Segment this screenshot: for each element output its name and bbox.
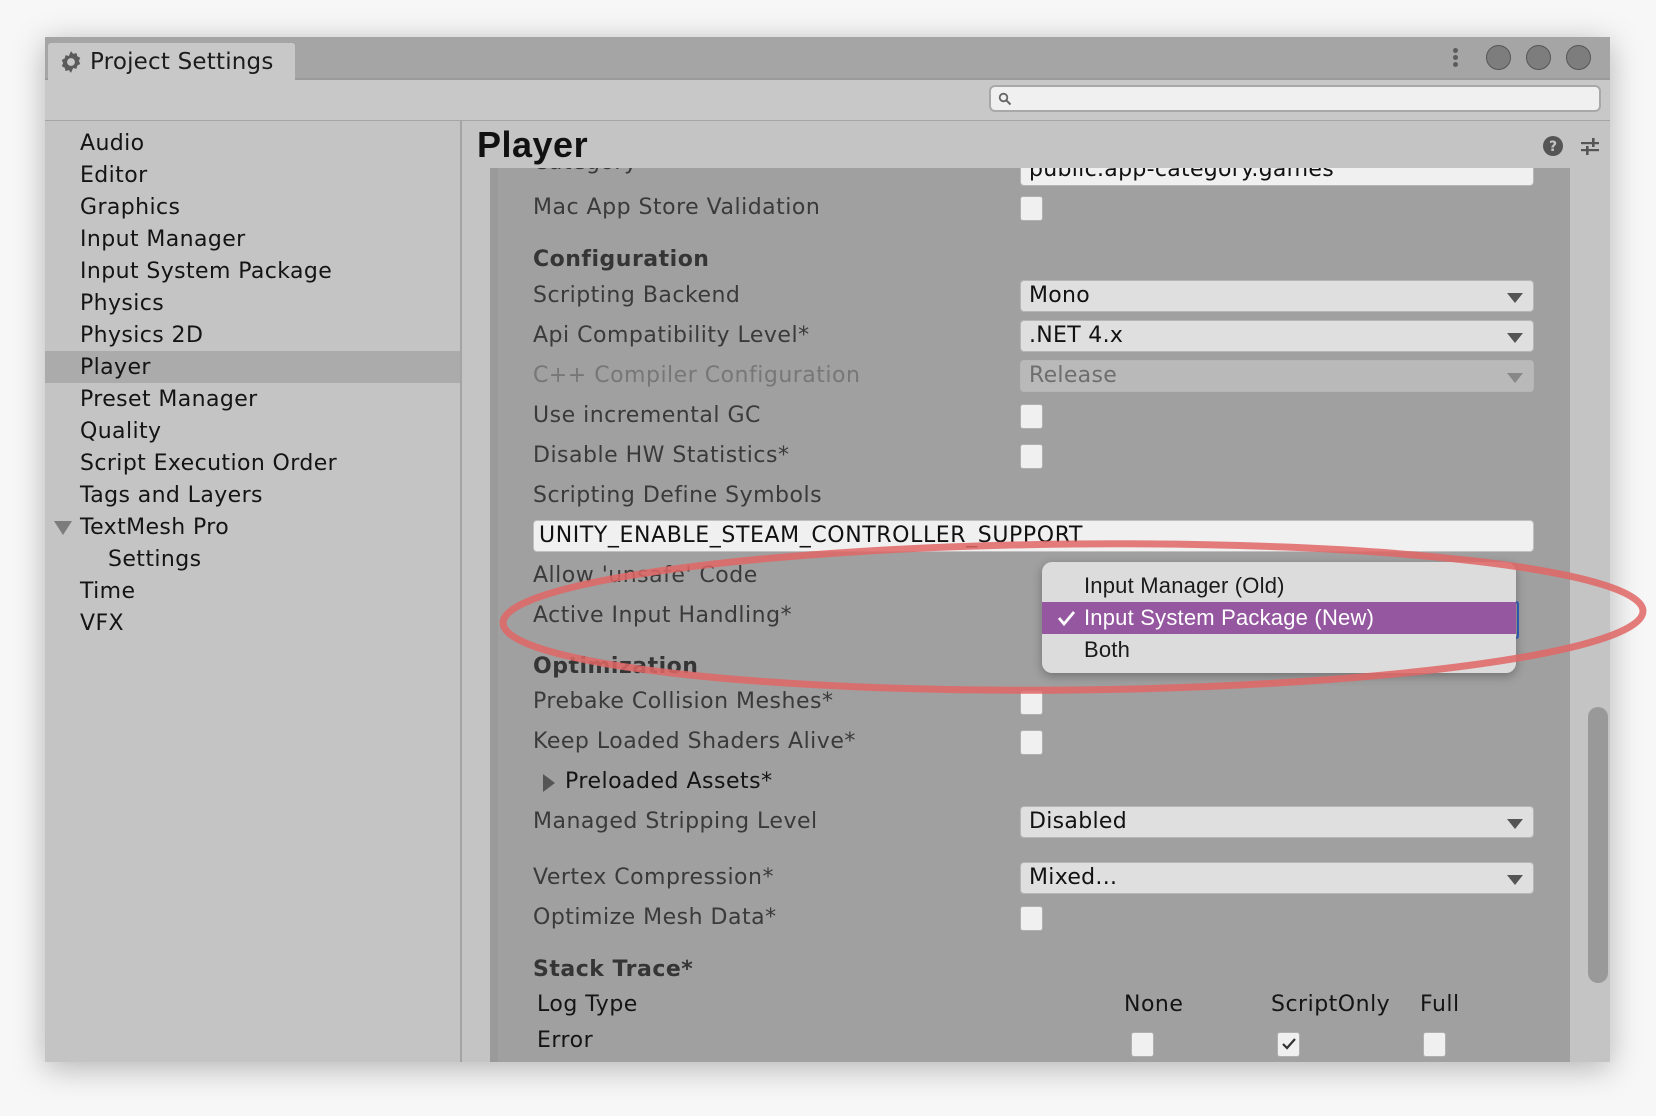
cpp-compiler-dropdown: Release [1020,360,1534,392]
sidebar-item-textmesh-settings[interactable]: Settings [45,543,460,575]
window-button-1[interactable] [1486,45,1511,70]
vertex-compression-value: Mixed... [1029,865,1118,890]
sidebar-item-tags-and-layers[interactable]: Tags and Layers [45,479,460,511]
configuration-header: Configuration [533,247,710,272]
settings-sidebar: Audio Editor Graphics Input Manager Inpu… [45,121,462,1062]
sidebar-item-textmesh-pro[interactable]: TextMesh Pro [45,511,460,543]
scripting-backend-dropdown[interactable]: Mono [1020,280,1534,312]
sidebar-item-audio[interactable]: Audio [45,127,460,159]
optimize-mesh-label: Optimize Mesh Data* [533,905,777,930]
sidebar-item-input-manager[interactable]: Input Manager [45,223,460,255]
api-compat-value: .NET 4.x [1029,323,1124,348]
scripting-backend-value: Mono [1029,283,1091,308]
define-symbols-input[interactable]: UNITY_ENABLE_STEAM_CONTROLLER_SUPPORT [533,520,1534,552]
scripting-backend-label: Scripting Backend [533,283,741,308]
menu-option-both[interactable]: Both [1042,634,1516,666]
sidebar-item-vfx[interactable]: VFX [45,607,460,639]
menu-option-input-manager-old[interactable]: Input Manager (Old) [1042,570,1516,602]
settings-gear-icon [61,50,81,73]
error-scriptonly-checkbox[interactable] [1277,1032,1300,1057]
vertex-compression-dropdown[interactable]: Mixed... [1020,862,1534,894]
category-field[interactable]: public.app-category.games [1020,168,1534,186]
dropdown-arrow-icon [1507,819,1523,829]
search-input[interactable] [989,85,1601,112]
active-input-handling-menu: Input Manager (Old) Input System Package… [1042,562,1516,673]
optimize-mesh-checkbox[interactable] [1020,906,1043,931]
preset-sliders-icon[interactable] [1579,135,1601,157]
menu-option-input-system-package-new[interactable]: Input System Package (New) [1042,602,1516,634]
cpp-compiler-value: Release [1029,363,1118,388]
sidebar-item-graphics[interactable]: Graphics [45,191,460,223]
prebake-checkbox[interactable] [1020,690,1043,715]
api-compat-label: Api Compatibility Level* [533,323,810,348]
error-row-label: Error [537,1028,594,1053]
full-column-header: Full [1420,992,1460,1017]
define-symbols-label: Scripting Define Symbols [533,483,823,508]
option-label: Input Manager (Old) [1084,573,1285,598]
stripping-label: Managed Stripping Level [533,809,818,834]
category-label: Category [533,168,638,175]
incremental-gc-label: Use incremental GC [533,403,761,428]
scrollbar-thumb[interactable] [1588,707,1608,983]
tab-project-settings[interactable]: Project Settings [48,43,295,80]
sidebar-item-editor[interactable]: Editor [45,159,460,191]
search-icon [998,92,1012,106]
preloaded-assets-label[interactable]: Preloaded Assets* [565,769,773,794]
option-label: Input System Package (New) [1084,605,1375,630]
sidebar-item-physics-2d[interactable]: Physics 2D [45,319,460,351]
project-settings-window: Project Settings Audio Editor Graphics I… [45,37,1610,1062]
stack-trace-header: Stack Trace* [533,957,694,982]
window-button-2[interactable] [1526,45,1551,70]
option-label: Both [1084,637,1131,662]
stripping-value: Disabled [1029,809,1127,834]
title-bar: Project Settings [45,37,1610,80]
allow-unsafe-label: Allow 'unsafe' Code [533,563,758,588]
foldout-arrow-icon[interactable] [543,774,555,792]
error-none-checkbox[interactable] [1131,1032,1154,1057]
sidebar-item-time[interactable]: Time [45,575,460,607]
sidebar-item-script-execution-order[interactable]: Script Execution Order [45,447,460,479]
expand-triangle-icon[interactable] [54,521,72,535]
checkmark-icon [1282,1038,1296,1050]
svg-text:?: ? [1549,139,1557,155]
log-type-column-header: Log Type [537,992,638,1017]
more-options-icon[interactable] [1453,48,1459,68]
keep-shaders-label: Keep Loaded Shaders Alive* [533,729,856,754]
sidebar-item-preset-manager[interactable]: Preset Manager [45,383,460,415]
optimization-header: Optimization [533,654,699,679]
disable-hw-stats-label: Disable HW Statistics* [533,443,790,468]
dropdown-arrow-icon [1507,875,1523,885]
sidebar-item-quality[interactable]: Quality [45,415,460,447]
api-compat-dropdown[interactable]: .NET 4.x [1020,320,1534,352]
sidebar-item-physics[interactable]: Physics [45,287,460,319]
disable-hw-stats-checkbox[interactable] [1020,444,1043,469]
inspector-header [462,121,1610,168]
help-icon[interactable]: ? [1542,135,1564,157]
mac-app-store-validation-label: Mac App Store Validation [533,195,821,220]
incremental-gc-checkbox[interactable] [1020,404,1043,429]
sidebar-item-player[interactable]: Player [45,351,460,383]
tab-title: Project Settings [90,48,274,75]
toolbar [45,80,1610,123]
none-column-header: None [1124,992,1184,1017]
sidebar-item-input-system-package[interactable]: Input System Package [45,255,460,287]
scriptonly-column-header: ScriptOnly [1271,992,1391,1017]
prebake-label: Prebake Collision Meshes* [533,689,834,714]
dropdown-arrow-icon [1507,333,1523,343]
cpp-compiler-label: C++ Compiler Configuration [533,363,861,388]
checkmark-icon [1057,611,1076,627]
vertex-compression-label: Vertex Compression* [533,865,774,890]
error-full-checkbox[interactable] [1423,1032,1446,1057]
active-input-handling-label: Active Input Handling* [533,603,793,628]
stripping-dropdown[interactable]: Disabled [1020,806,1534,838]
keep-shaders-checkbox[interactable] [1020,730,1043,755]
window-button-3[interactable] [1566,45,1591,70]
dropdown-arrow-icon [1507,293,1523,303]
page-title: Player [477,124,589,165]
dropdown-arrow-icon [1507,373,1523,383]
mac-app-store-validation-checkbox[interactable] [1020,196,1043,221]
